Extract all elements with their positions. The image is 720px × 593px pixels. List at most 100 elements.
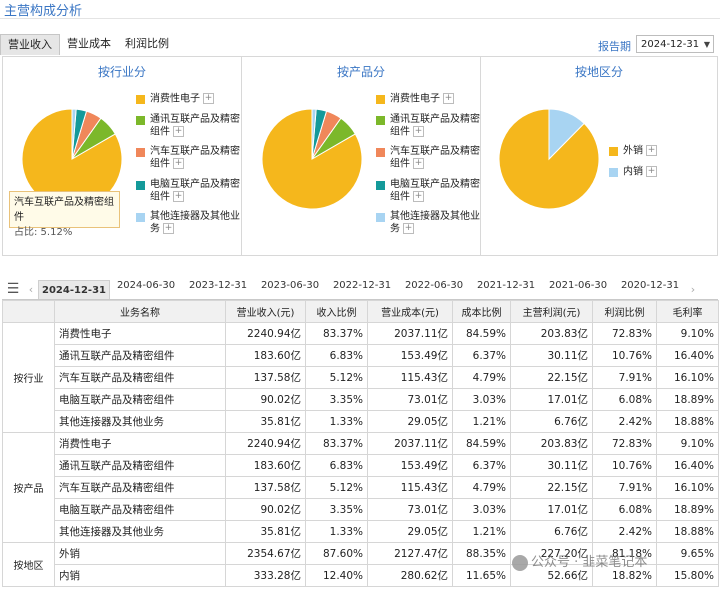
table-cell: 2037.11亿 <box>367 322 453 345</box>
legend-item[interactable]: 汽车互联产品及精密组件 + <box>376 146 482 171</box>
table-cell: 280.62亿 <box>367 564 453 587</box>
chevron-left-icon[interactable]: ‹ <box>24 283 38 296</box>
period-tab[interactable]: 2021-06-30 <box>542 280 614 299</box>
period-tab[interactable]: 2020-12-31 <box>614 280 686 299</box>
table-cell: 18.88% <box>656 520 719 543</box>
legend-item[interactable]: 外销 + <box>609 145 715 158</box>
table-cell: 183.60亿 <box>225 344 306 367</box>
menu-icon[interactable]: ☰ <box>2 281 24 297</box>
table-cell: 15.80% <box>656 564 719 587</box>
tooltip-value: 占比: 5.12% <box>14 227 73 238</box>
period-tab[interactable]: 2023-12-31 <box>182 280 254 299</box>
table-cell: 333.28亿 <box>225 564 306 587</box>
expand-plus-icon[interactable]: + <box>173 125 184 137</box>
business-name-cell: 汽车互联产品及精密组件 <box>54 476 226 499</box>
table-header-cell: 收入比例 <box>305 300 368 323</box>
period-tab[interactable]: 2022-06-30 <box>398 280 470 299</box>
legend-swatch <box>136 213 145 222</box>
legend-swatch <box>376 180 385 190</box>
period-tab[interactable]: 2024-12-31 <box>38 279 110 299</box>
legend-item[interactable]: 其他连接器及其他业务 + <box>136 211 242 236</box>
table-cell: 35.81亿 <box>225 410 306 433</box>
legend-swatch <box>609 167 618 177</box>
watermark-text: 公众号 · 韭菜笔记本 <box>531 555 648 570</box>
table-cell: 35.81亿 <box>225 520 306 543</box>
expand-plus-icon[interactable]: + <box>646 165 657 177</box>
table-cell: 73.01亿 <box>367 498 453 521</box>
table-cell: 16.10% <box>656 476 719 499</box>
legend-item[interactable]: 内销 + <box>609 165 715 179</box>
business-name-cell: 电脑互联产品及精密组件 <box>54 388 226 411</box>
table-cell: 3.03% <box>452 498 511 521</box>
period-tab[interactable]: 2022-12-31 <box>326 280 398 299</box>
legend-swatch <box>136 148 145 157</box>
expand-plus-icon[interactable]: + <box>163 223 174 234</box>
table-cell: 16.40% <box>656 344 719 367</box>
expand-plus-icon[interactable]: + <box>413 190 424 202</box>
report-date-value: 2024-12-31 <box>641 39 700 50</box>
expand-plus-icon[interactable]: + <box>413 158 424 169</box>
table-cell: 6.76亿 <box>510 520 593 543</box>
title-divider <box>0 18 720 19</box>
table-cell: 6.76亿 <box>510 410 593 433</box>
table-cell: 12.40% <box>305 564 368 587</box>
table-cell: 1.21% <box>452 520 511 543</box>
expand-plus-icon[interactable]: + <box>173 190 184 202</box>
table-cell: 115.43亿 <box>367 366 453 389</box>
business-name-cell: 外销 <box>54 542 226 565</box>
expand-plus-icon[interactable]: + <box>413 125 424 137</box>
legend-label: 电脑互联产品及精密组件 <box>390 178 480 203</box>
expand-plus-icon[interactable]: + <box>403 223 414 234</box>
table-cell: 72.83% <box>592 322 657 345</box>
legend-item[interactable]: 其他连接器及其他业务 + <box>376 211 482 236</box>
expand-plus-icon[interactable]: + <box>443 93 454 104</box>
period-tab[interactable]: 2024-06-30 <box>110 280 182 299</box>
table-cell: 7.91% <box>592 366 657 389</box>
table-cell: 18.88% <box>656 410 719 433</box>
table-cell: 183.60亿 <box>225 454 306 477</box>
report-period-label: 报告期 <box>598 40 631 53</box>
legend-item[interactable]: 消费性电子 + <box>136 93 242 106</box>
chevron-right-icon[interactable]: › <box>686 283 700 296</box>
legend-item[interactable]: 汽车互联产品及精密组件 + <box>136 146 242 171</box>
tab-cost[interactable]: 营业成本 <box>60 34 118 54</box>
table-cell: 3.35% <box>305 498 368 521</box>
legend-item[interactable]: 电脑互联产品及精密组件 + <box>376 179 482 204</box>
table-cell: 1.33% <box>305 520 368 543</box>
table-cell: 30.11亿 <box>510 344 593 367</box>
report-date-select[interactable]: 2024-12-31 ▼ <box>636 35 714 53</box>
expand-plus-icon[interactable]: + <box>646 145 657 156</box>
legend-item[interactable]: 消费性电子 + <box>376 93 482 106</box>
product-legend: 消费性电子 + 通讯互联产品及精密组件 + 汽车互联产品及精密组件 + 电脑互联产品及精密组… <box>376 93 482 244</box>
table-cell: 10.76% <box>592 454 657 477</box>
period-tab[interactable]: 2021-12-31 <box>470 280 542 299</box>
expand-plus-icon[interactable]: + <box>173 158 184 169</box>
table-header-cell: 业务名称 <box>54 300 226 323</box>
legend-item[interactable]: 电脑互联产品及精密组件 + <box>136 179 242 204</box>
table-cell: 6.83% <box>305 454 368 477</box>
table-cell: 22.15亿 <box>510 366 593 389</box>
legend-swatch <box>376 115 385 125</box>
business-name-cell: 消费性电子 <box>54 322 226 345</box>
table-cell: 87.60% <box>305 542 368 565</box>
table-cell: 2240.94亿 <box>225 322 306 345</box>
expand-plus-icon[interactable]: + <box>203 93 214 104</box>
legend-item[interactable]: 通讯互联产品及精密组件 + <box>136 114 242 139</box>
panel-by-product: 按产品分 消费性电子 + 通讯互联产品及精密组件 + 汽车互联产品及精密组件 + 电脑互联产… <box>242 57 480 255</box>
table-header-cell: 营业收入(元) <box>225 300 306 323</box>
period-tab[interactable]: 2023-06-30 <box>254 280 326 299</box>
table-cell: 83.37% <box>305 322 368 345</box>
legend-item[interactable]: 通讯互联产品及精密组件 + <box>376 114 482 139</box>
composition-charts: 按行业分 消费性电子 + 通讯互联产品及精密组件 + 汽车互联产品及精密组件 + 电脑互联产… <box>2 56 718 256</box>
table-header-cell <box>2 300 55 323</box>
table-row: 电脑互联产品及精密组件 90.02亿 3.35% 73.01亿 3.03% 17.01亿 6… <box>3 498 719 521</box>
table-cell: 83.37% <box>305 432 368 455</box>
tab-revenue[interactable]: 营业收入 <box>0 34 60 55</box>
table-cell: 9.65% <box>656 542 719 565</box>
business-name-cell: 消费性电子 <box>54 432 226 455</box>
table-cell: 9.10% <box>656 322 719 345</box>
table-row: 其他连接器及其他业务 35.81亿 1.33% 29.05亿 1.21% 6.76亿 2.4… <box>3 520 719 543</box>
tab-profit-ratio[interactable]: 利润比例 <box>118 34 176 54</box>
tab-bar: 营业收入 营业成本 利润比例 <box>0 34 176 55</box>
table-cell: 6.83% <box>305 344 368 367</box>
